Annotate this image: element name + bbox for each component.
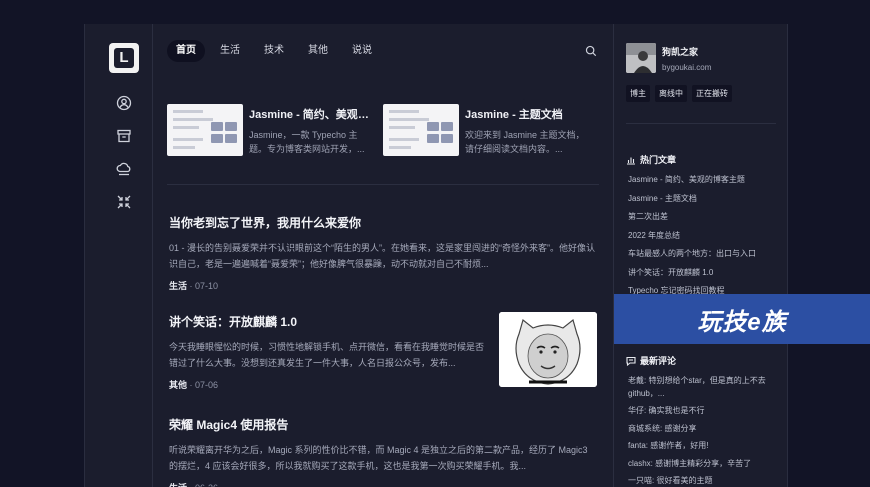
icon-rail: L [85, 24, 153, 487]
comment-item[interactable]: 一只喵: 很好看美的主题 [628, 475, 780, 487]
hot-post-link[interactable]: Jasmine - 简约、美观的博客主题 [628, 171, 778, 190]
shrink-icon[interactable] [116, 194, 132, 210]
tab-life[interactable]: 生活 [211, 40, 249, 62]
watermark-banner: 玩技e族 [614, 294, 870, 344]
profile-tag: 正在搬砖 [692, 85, 732, 102]
post-title[interactable]: 当你老到忘了世界，我用什么来爱你 [169, 214, 599, 231]
featured-card[interactable]: Jasmine - 简约、美观的博客主题 Jasmine，一款 Typecho … [167, 104, 373, 160]
archive-icon[interactable] [116, 128, 132, 144]
post-title[interactable]: 荣耀 Magic4 使用报告 [169, 416, 599, 433]
logo-letter-icon: L [114, 48, 134, 68]
cloud-icon[interactable] [116, 161, 132, 177]
featured-desc: Jasmine，一款 Typecho 主题。专为博客类网站开发，... [249, 130, 365, 154]
right-sidebar: 狗凯之家 bygoukai.com 博主 离线中 正在搬砖 热门文章 Jasmi… [613, 24, 787, 487]
top-nav: 首页 生活 技术 其他 说说 [167, 40, 387, 62]
latest-comments-title: 最新评论 [640, 356, 677, 366]
hot-post-link[interactable]: 讲个笑话：开放麒麟 1.0 [628, 264, 778, 283]
comment-item[interactable]: clashx: 感谢博主精彩分享，辛苦了 [628, 458, 780, 471]
post-excerpt: 听说荣耀离开华为之后，Magic 系列的性价比不错，而 Magic 4 是独立之… [169, 445, 588, 471]
hot-post-link[interactable]: Jasmine - 主题文档 [628, 190, 778, 209]
latest-comments-heading: 最新评论 [626, 354, 676, 367]
post-item[interactable]: 讲个笑话：开放麒麟 1.0 今天我睡眼惺忪的时候，习惯性地解锁手机、点开微信，看… [169, 313, 489, 391]
comment-item[interactable]: 商城系统: 感谢分享 [628, 423, 780, 436]
hot-posts-list: Jasmine - 简约、美观的博客主题 Jasmine - 主题文档 第二次出… [628, 171, 778, 301]
hot-post-link[interactable]: 2022 年度总结 [628, 227, 778, 246]
profile-tag: 离线中 [655, 85, 687, 102]
post-date: 07-10 [195, 281, 219, 291]
sidebar-divider [626, 123, 776, 124]
featured-card[interactable]: Jasmine - 主题文档 欢迎来到 Jasmine 主题文档，请仔细阅读文档… [383, 104, 585, 160]
post-meta: 生活 · 06-26 [169, 481, 599, 487]
main-column: 首页 生活 技术 其他 说说 Jasmine - 简约、美观的博客主题 [153, 24, 613, 487]
featured-thumbnail [383, 104, 459, 156]
post-thumbnail[interactable] [499, 312, 597, 387]
meme-face-icon [499, 312, 597, 387]
hot-posts-heading: 热门文章 [626, 153, 676, 166]
featured-title[interactable]: Jasmine - 简约、美观的博客主题 [249, 106, 373, 122]
post-date: 06-26 [195, 483, 218, 487]
post-category[interactable]: 其他 [169, 380, 187, 390]
comment-item[interactable]: 老戴: 特别想给个star，但是真的上不去 github，... [628, 375, 780, 400]
featured-thumbnail [167, 104, 243, 156]
featured-desc: 欢迎来到 Jasmine 主题文档，请仔细阅读文档内容。... [465, 130, 585, 154]
profile-tag: 博主 [626, 85, 650, 102]
app-frame: L 首页 生活 技术 其他 说说 Jasmine - 简约、美观的 Jasmin… [84, 24, 788, 487]
post-meta: 生活 · 07-10 [169, 281, 219, 291]
post-item[interactable]: 荣耀 Magic4 使用报告 听说荣耀离开华为之后，Magic 系列的性价比不错… [169, 416, 599, 487]
site-logo[interactable]: L [109, 43, 139, 73]
post-excerpt: 今天我睡眼惺忪的时候，习惯性地解锁手机、点开微信，看看在我睡觉时候是否错过了什么… [169, 342, 485, 368]
comment-icon [626, 356, 636, 366]
featured-title[interactable]: Jasmine - 主题文档 [465, 106, 589, 122]
bar-chart-icon [627, 157, 635, 165]
banner-text: 玩技e族 [697, 308, 787, 336]
profile-name[interactable]: 狗凯之家 [662, 45, 698, 58]
post-item[interactable]: 当你老到忘了世界，我用什么来爱你 01 - 漫长的告别聂爱荣并不认识眼前这个“陌… [169, 214, 599, 292]
user-icon[interactable] [116, 95, 132, 111]
latest-comments-list: 老戴: 特别想给个star，但是真的上不去 github，... 华仔: 确实我… [628, 375, 780, 487]
post-excerpt: 01 - 漫长的告别聂爱荣并不认识眼前这个“陌生的男人”。在她看来，这是家里闯进… [169, 243, 595, 269]
post-category[interactable]: 生活 [169, 281, 187, 291]
tab-talk[interactable]: 说说 [343, 40, 381, 62]
profile-domain: bygoukai.com [662, 63, 712, 72]
hot-post-link[interactable]: 第二次出差 [628, 208, 778, 227]
hot-post-link[interactable]: 车站最感人的两个地方：出口与入口 [628, 245, 778, 264]
comment-item[interactable]: fanta: 感谢作者，好用! [628, 440, 780, 453]
section-divider [167, 184, 599, 185]
tab-home[interactable]: 首页 [167, 40, 205, 62]
post-meta: 其他 · 07-06 [169, 380, 219, 390]
post-date: 07-06 [195, 380, 219, 390]
tab-tech[interactable]: 技术 [255, 40, 293, 62]
comment-item[interactable]: 华仔: 确实我也是不行 [628, 405, 780, 418]
tab-other[interactable]: 其他 [299, 40, 337, 62]
post-title[interactable]: 讲个笑话：开放麒麟 1.0 [169, 313, 489, 330]
post-category[interactable]: 生活 [169, 483, 187, 487]
avatar[interactable] [626, 43, 656, 73]
profile-tags: 博主 离线中 正在搬砖 [626, 85, 737, 102]
search-icon[interactable] [585, 44, 599, 58]
hot-posts-title: 热门文章 [640, 155, 677, 165]
